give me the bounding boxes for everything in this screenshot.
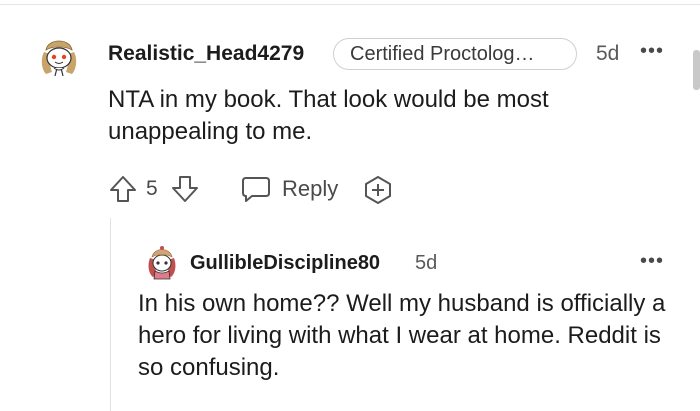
reply-button[interactable]: Reply [282,176,338,202]
flair-text: Certified Proctolog… [350,42,535,65]
comment-body: NTA in my book. That look would be most … [108,86,549,145]
downvote-icon[interactable] [170,174,200,204]
top-divider [0,4,700,5]
reply-body: In his own home?? Well my husband is off… [138,290,666,381]
avatar[interactable] [144,244,180,280]
reply-timestamp: 5d [415,252,438,274]
thread-line[interactable] [110,218,111,411]
comment-author[interactable]: Realistic_Head4279 [108,42,304,66]
upvote-icon[interactable] [108,174,138,204]
reply-icon[interactable] [240,174,272,204]
user-flair: Certified Proctolog… [333,38,577,70]
vote-score: 5 [146,177,158,200]
reply-author[interactable]: GullibleDiscipline80 [190,252,380,275]
comment-timestamp: 5d [596,42,620,65]
avatar[interactable] [34,30,84,80]
award-plus-icon[interactable] [362,174,394,206]
more-options-icon[interactable]: ••• [640,250,664,273]
more-options-icon[interactable]: ••• [640,40,664,63]
scrollbar-thumb[interactable] [693,50,700,90]
